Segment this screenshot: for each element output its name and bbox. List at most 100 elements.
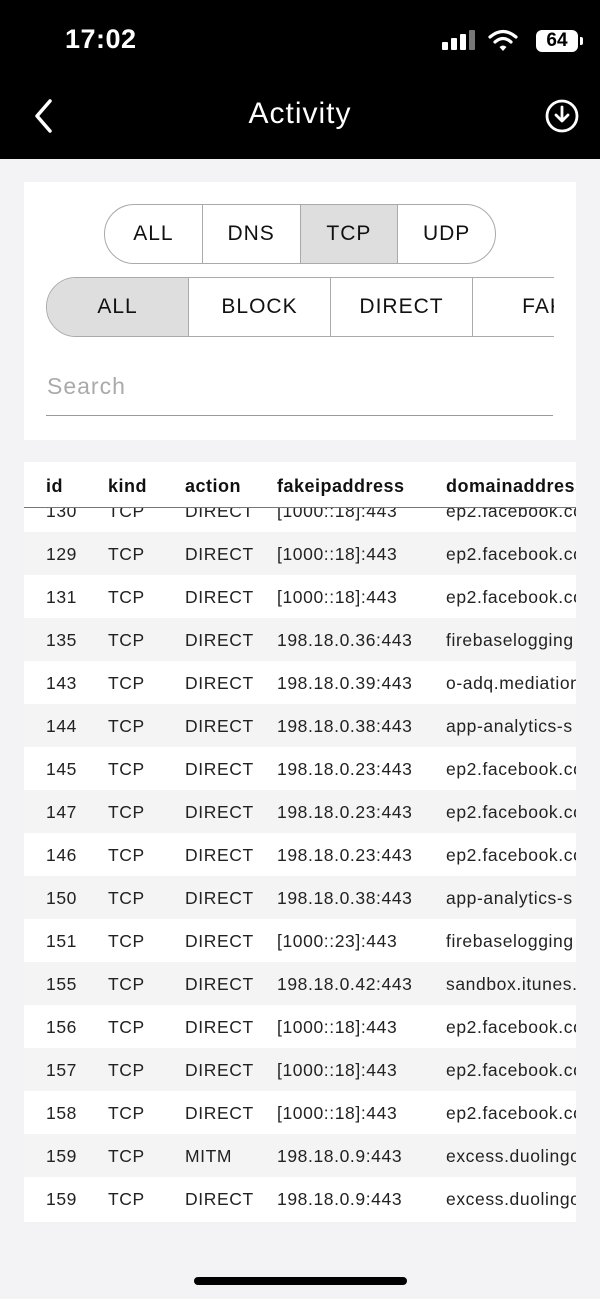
cell-id: 145 <box>46 759 77 779</box>
cell-fakeipaddress: 198.18.0.38:443 <box>277 888 413 908</box>
cell-id: 146 <box>46 845 77 865</box>
cell-fakeipaddress: [1000::18]:443 <box>277 587 398 607</box>
table-row[interactable]: 135 TCP DIRECT 198.18.0.36:443 firebaseloggi… <box>24 618 576 661</box>
page-title: Activity <box>248 97 352 130</box>
protocol-tcp-button[interactable]: TCP <box>299 205 398 263</box>
table-row[interactable]: 151 TCP DIRECT [1000::23]:443 firebaseloggin… <box>24 919 576 962</box>
cell-domainaddress: app-analytics-s <box>446 716 573 736</box>
search-input[interactable] <box>46 357 553 416</box>
cell-id: 150 <box>46 888 77 908</box>
table-row[interactable]: 129 TCP DIRECT [1000::18]:443 ep2.facebook.c… <box>24 532 576 575</box>
cell-kind: TCP <box>108 1017 145 1037</box>
cellular-signal-icon <box>442 28 478 54</box>
cell-kind: TCP <box>108 673 145 693</box>
top-bar: 17:02 64 Activity <box>0 0 600 159</box>
column-header-fakeipaddress[interactable]: fakeipaddress <box>277 476 405 497</box>
cell-domainaddress: ep2.facebook.co <box>446 1017 576 1037</box>
action-direct-button[interactable]: DIRECT <box>330 278 472 336</box>
cell-fakeipaddress: 198.18.0.38:443 <box>277 716 413 736</box>
protocol-dns-button[interactable]: DNS <box>201 205 300 263</box>
cell-id: 131 <box>46 587 77 607</box>
table-row[interactable]: 145 TCP DIRECT 198.18.0.23:443 ep2.facebook.… <box>24 747 576 790</box>
column-header-domainaddress[interactable]: domainaddress <box>446 476 576 497</box>
table-body[interactable]: 130 TCP DIRECT [1000::18]:443 ep2.facebook.c… <box>24 489 576 1220</box>
cell-action: DIRECT <box>185 1103 254 1123</box>
protocol-all-button[interactable]: ALL <box>105 205 202 263</box>
cell-id: 156 <box>46 1017 77 1037</box>
cell-kind: TCP <box>108 716 145 736</box>
cell-kind: TCP <box>108 1146 145 1166</box>
cell-kind: TCP <box>108 544 145 564</box>
cell-domainaddress: ep2.facebook.co <box>446 1103 576 1123</box>
column-header-id[interactable]: id <box>46 476 63 497</box>
cell-fakeipaddress: 198.18.0.23:443 <box>277 845 413 865</box>
battery-indicator: 64 <box>536 30 583 52</box>
status-time: 17:02 <box>65 24 137 54</box>
table-row[interactable]: 157 TCP DIRECT [1000::18]:443 ep2.facebook.c… <box>24 1048 576 1091</box>
table-row[interactable]: 146 TCP DIRECT 198.18.0.23:443 ep2.facebook.… <box>24 833 576 876</box>
table-row[interactable]: 159 TCP DIRECT 198.18.0.9:443 excess.duoling… <box>24 1177 576 1220</box>
activity-table: 130 TCP DIRECT [1000::18]:443 ep2.facebook.c… <box>24 462 576 1222</box>
cell-domainaddress: excess.duolingo <box>446 1189 576 1209</box>
action-filter-scroll[interactable]: ALL BLOCK DIRECT FAK <box>46 277 554 339</box>
cell-kind: TCP <box>108 802 145 822</box>
cell-action: DIRECT <box>185 544 254 564</box>
cell-id: 135 <box>46 630 77 650</box>
table-row[interactable]: 144 TCP DIRECT 198.18.0.38:443 app-analytics… <box>24 704 576 747</box>
cell-id: 144 <box>46 716 77 736</box>
cell-action: DIRECT <box>185 931 254 951</box>
column-header-action[interactable]: action <box>185 476 241 497</box>
table-row[interactable]: 159 TCP MITM 198.18.0.9:443 excess.duolingo <box>24 1134 576 1177</box>
cell-fakeipaddress: 198.18.0.23:443 <box>277 759 413 779</box>
table-row[interactable]: 131 TCP DIRECT [1000::18]:443 ep2.facebook.c… <box>24 575 576 618</box>
cell-domainaddress: ep2.facebook.co <box>446 544 576 564</box>
table-row[interactable]: 143 TCP DIRECT 198.18.0.39:443 o-adq.mediati… <box>24 661 576 704</box>
cell-domainaddress: o-adq.mediation <box>446 673 576 693</box>
protocol-udp-button[interactable]: UDP <box>397 205 495 263</box>
action-filter: ALL BLOCK DIRECT FAK <box>46 277 554 337</box>
table-row[interactable]: 150 TCP DIRECT 198.18.0.38:443 app-analytics… <box>24 876 576 919</box>
cell-domainaddress: ep2.facebook.co <box>446 759 576 779</box>
cell-domainaddress: firebaselogging <box>446 630 574 650</box>
column-header-kind[interactable]: kind <box>108 476 147 497</box>
cell-kind: TCP <box>108 974 145 994</box>
home-indicator <box>194 1277 407 1285</box>
action-block-button[interactable]: BLOCK <box>188 278 330 336</box>
cell-domainaddress: excess.duolingo <box>446 1146 576 1166</box>
cell-kind: TCP <box>108 587 145 607</box>
wifi-icon <box>488 29 518 51</box>
cell-id: 129 <box>46 544 77 564</box>
cell-domainaddress: sandbox.itunes. <box>446 974 576 994</box>
cell-kind: TCP <box>108 1189 145 1209</box>
cell-domainaddress: ep2.facebook.co <box>446 802 576 822</box>
cell-id: 159 <box>46 1146 77 1166</box>
cell-id: 155 <box>46 974 77 994</box>
table-row[interactable]: 158 TCP DIRECT [1000::18]:443 ep2.facebook.c… <box>24 1091 576 1134</box>
cell-action: DIRECT <box>185 587 254 607</box>
cell-id: 147 <box>46 802 77 822</box>
cell-fakeipaddress: [1000::18]:443 <box>277 1060 398 1080</box>
cell-action: DIRECT <box>185 1017 254 1037</box>
cell-action: DIRECT <box>185 1060 254 1080</box>
download-circle-icon <box>545 99 579 133</box>
cell-id: 143 <box>46 673 77 693</box>
table-row[interactable]: 147 TCP DIRECT 198.18.0.23:443 ep2.facebook.… <box>24 790 576 833</box>
action-fake-button[interactable]: FAK <box>472 278 554 336</box>
cell-fakeipaddress: [1000::18]:443 <box>277 1017 398 1037</box>
cell-id: 157 <box>46 1060 77 1080</box>
cell-domainaddress: firebaselogging <box>446 931 574 951</box>
cell-action: DIRECT <box>185 888 254 908</box>
cell-action: MITM <box>185 1146 233 1166</box>
cell-fakeipaddress: 198.18.0.42:443 <box>277 974 413 994</box>
cell-domainaddress: ep2.facebook.co <box>446 845 576 865</box>
download-button[interactable] <box>544 98 580 134</box>
table-row[interactable]: 156 TCP DIRECT [1000::18]:443 ep2.facebook.c… <box>24 1005 576 1048</box>
cell-fakeipaddress: 198.18.0.9:443 <box>277 1146 403 1166</box>
action-all-button[interactable]: ALL <box>47 278 188 336</box>
cell-kind: TCP <box>108 1103 145 1123</box>
cell-kind: TCP <box>108 888 145 908</box>
cell-fakeipaddress: 198.18.0.36:443 <box>277 630 413 650</box>
cell-action: DIRECT <box>185 716 254 736</box>
table-row[interactable]: 155 TCP DIRECT 198.18.0.42:443 sandbox.itune… <box>24 962 576 1005</box>
cell-fakeipaddress: [1000::18]:443 <box>277 1103 398 1123</box>
